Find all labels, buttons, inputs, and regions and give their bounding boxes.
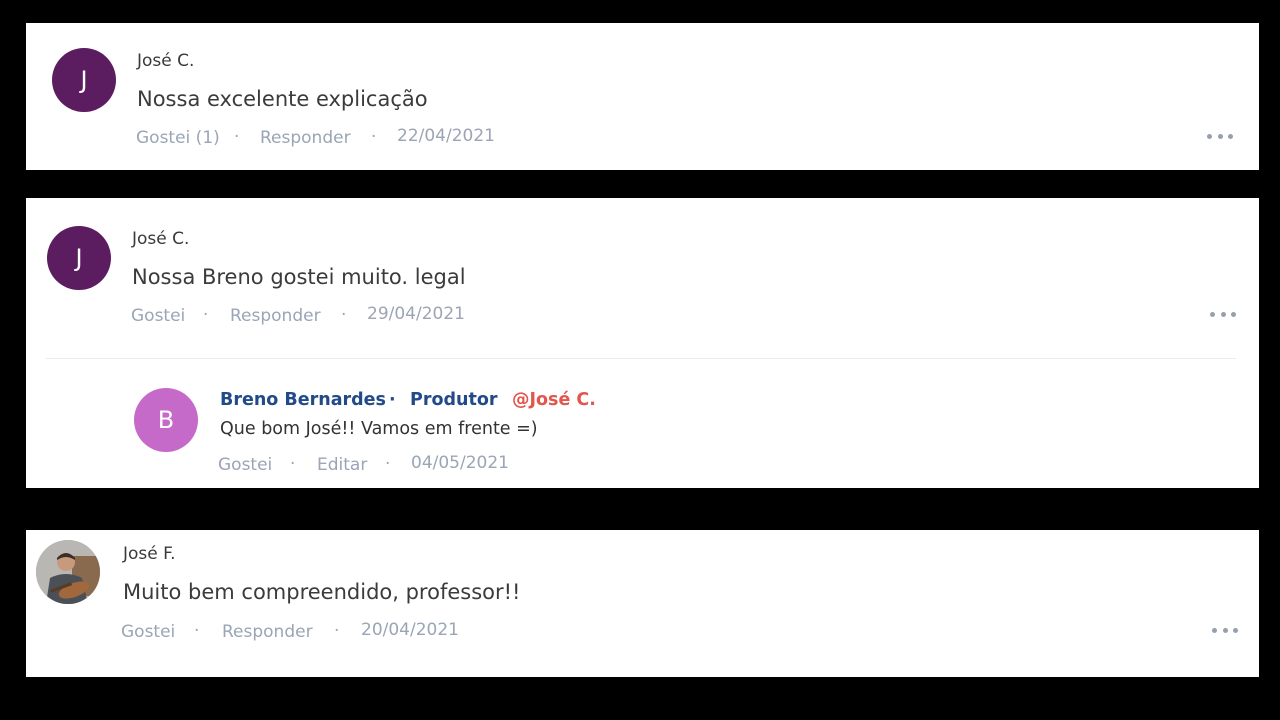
meta-separator: · [334, 621, 340, 641]
meta-separator: · [341, 305, 347, 325]
comment-date: 20/04/2021 [361, 620, 459, 640]
reply-author[interactable]: Breno Bernardes [220, 390, 386, 410]
reply-role-badge: Produtor [410, 390, 498, 410]
reply-button[interactable]: Responder [230, 306, 321, 326]
comment-author[interactable]: José C. [132, 229, 189, 249]
comment-date: 22/04/2021 [397, 126, 495, 146]
comment-author[interactable]: José F. [123, 544, 176, 564]
meta-separator: · [385, 454, 391, 474]
more-options-icon[interactable] [1212, 626, 1238, 634]
reply-separator: · [389, 390, 396, 410]
reply-text: Que bom José!! Vamos em frente =) [220, 419, 538, 439]
edit-button[interactable]: Editar [317, 455, 367, 475]
comment-text: Muito bem compreendido, professor!! [123, 580, 521, 604]
comment-card: José F. Muito bem compreendido, professo… [26, 530, 1259, 677]
comment-text: Nossa Breno gostei muito. legal [132, 265, 466, 289]
like-button[interactable]: Gostei [121, 622, 175, 642]
reply-button[interactable]: Responder [222, 622, 313, 642]
avatar-initial: J [80, 66, 88, 94]
avatar[interactable]: J [52, 48, 116, 112]
avatar[interactable]: J [47, 226, 111, 290]
user-photo-icon [36, 540, 100, 604]
reply-mention[interactable]: @José C. [512, 390, 596, 410]
meta-separator: · [371, 127, 377, 147]
comment-author[interactable]: José C. [137, 51, 194, 71]
comment-card: J José C. Nossa Breno gostei muito. lega… [26, 198, 1259, 488]
avatar-initial: B [157, 406, 175, 434]
meta-separator: · [203, 305, 209, 325]
avatar-photo[interactable] [36, 540, 100, 604]
reply-button[interactable]: Responder [260, 128, 351, 148]
more-options-icon[interactable] [1210, 310, 1236, 318]
like-button[interactable]: Gostei (1) [136, 128, 220, 148]
reply-date: 04/05/2021 [411, 453, 509, 473]
comment-text: Nossa excelente explicação [137, 87, 428, 111]
comment-date: 29/04/2021 [367, 304, 465, 324]
reply-avatar[interactable]: B [134, 388, 198, 452]
meta-separator: · [194, 621, 200, 641]
more-options-icon[interactable] [1207, 132, 1233, 140]
reply-divider [46, 358, 1236, 359]
reply-like-button[interactable]: Gostei [218, 455, 272, 475]
meta-separator: · [290, 454, 296, 474]
meta-separator: · [234, 127, 240, 147]
avatar-initial: J [75, 244, 83, 272]
comment-card: J José C. Nossa excelente explicação Gos… [26, 23, 1259, 170]
like-button[interactable]: Gostei [131, 306, 185, 326]
